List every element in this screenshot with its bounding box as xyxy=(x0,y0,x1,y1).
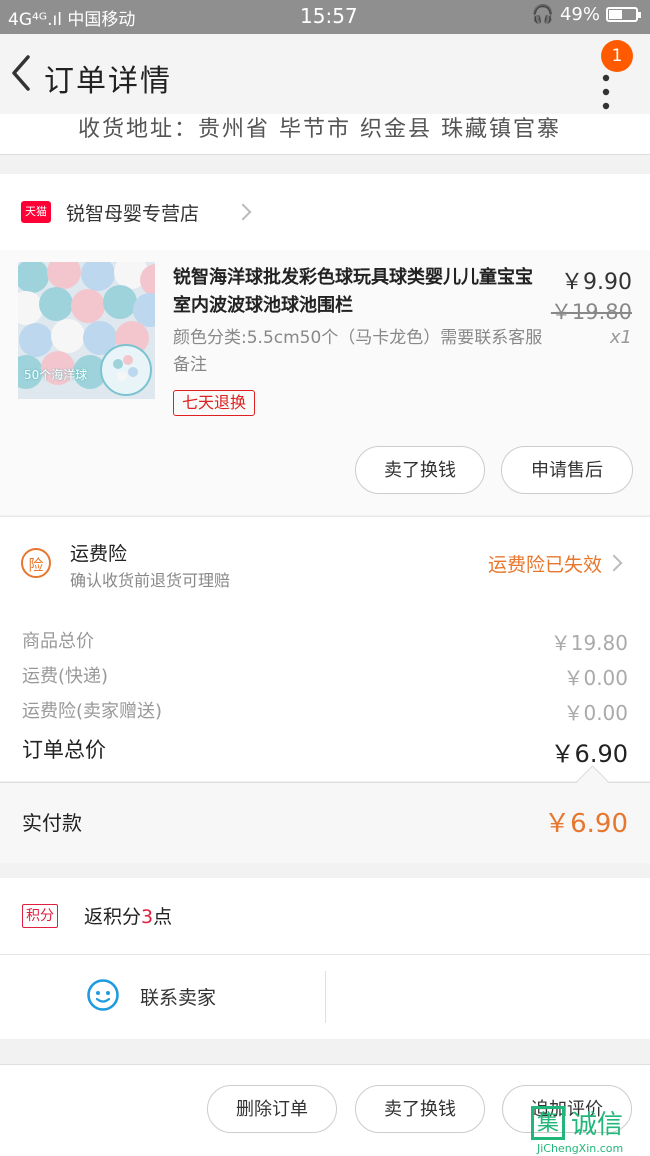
watermark-logo: 集 xyxy=(531,1106,565,1140)
watermark-url: JiChengXin.com xyxy=(537,1142,624,1155)
paid-row: 实付款 ￥6.90 xyxy=(0,782,650,863)
cost-label: 运费(快递) xyxy=(22,666,109,687)
product-item: 50个海洋球 锐智海洋球批发彩色球玩具球类婴儿儿童宝宝室内波波球池球池围栏 颜色… xyxy=(0,250,650,515)
insurance-icon: 险 xyxy=(21,548,51,578)
cost-row: 商品总价 ￥19.80 xyxy=(22,627,628,655)
shipping-insurance-row[interactable]: 险 运费险 确认收货前退货可理赔 运费险已失效 xyxy=(0,516,650,604)
points-suffix: 点 xyxy=(153,906,173,928)
insurance-subtitle: 确认收货前退货可理赔 xyxy=(70,571,231,590)
delete-order-button[interactable]: 删除订单 xyxy=(207,1085,337,1133)
sell-again-button[interactable]: 卖了换钱 xyxy=(355,446,485,494)
battery-icon xyxy=(606,7,641,22)
order-total-value: ￥6.90 xyxy=(550,740,628,768)
chevron-right-icon xyxy=(234,203,252,221)
watermark-text: 诚信 xyxy=(571,1110,624,1140)
battery-percent: 49% xyxy=(559,4,600,25)
network-carrier: 4G⁴ᴳ.ıl 中国移动 xyxy=(8,10,136,30)
notification-badge: 1 xyxy=(601,40,633,72)
page-title: 订单详情 xyxy=(44,64,172,99)
order-total-row: 订单总价 ￥6.90 xyxy=(22,734,628,768)
cost-label: 运费险(卖家赠送) xyxy=(22,701,163,722)
clock: 15:57 xyxy=(300,4,358,28)
headset-icon: 🎧 xyxy=(531,4,554,25)
order-total-label: 订单总价 xyxy=(22,738,106,762)
seven-day-return-tag: 七天退换 xyxy=(173,390,256,416)
status-bar: 4G⁴ᴳ.ıl 中国移动 15:57 🎧 49% xyxy=(0,0,650,34)
address-text: 收货地址：贵州省 毕节市 织金县 珠藏镇官寨 xyxy=(78,117,561,142)
product-spec: 颜色分类:5.5cm50个（马卡龙色）需要联系客服备注 xyxy=(173,328,543,375)
shop-name: 锐智母婴专营店 xyxy=(66,203,200,225)
insurance-title: 运费险 xyxy=(70,543,128,565)
points-prefix: 返积分 xyxy=(84,906,142,928)
contact-seller-row[interactable]: 联系卖家 xyxy=(0,955,650,1039)
nav-bar: 订单详情 xyxy=(0,34,650,120)
cost-value: ￥0.00 xyxy=(563,666,628,690)
points-text: 返积分3点 xyxy=(84,902,172,929)
contact-seller-label: 联系卖家 xyxy=(140,987,217,1009)
back-arrow-icon[interactable] xyxy=(6,48,42,98)
cost-row: 运费险(卖家赠送) ￥0.00 xyxy=(22,697,628,725)
paid-value: ￥6.90 xyxy=(544,809,628,839)
tmall-icon: 天猫 xyxy=(21,201,51,223)
points-badge: 积分 xyxy=(22,904,58,928)
chat-face-icon xyxy=(87,979,119,1011)
cost-value: ￥19.80 xyxy=(550,631,628,655)
quantity: x1 xyxy=(609,327,632,348)
after-sales-button[interactable]: 申请售后 xyxy=(501,446,633,494)
product-thumbnail[interactable]: 50个海洋球 xyxy=(18,262,155,399)
sell-again-bottom-button[interactable]: 卖了换钱 xyxy=(355,1085,485,1133)
points-amount: 3 xyxy=(141,906,154,928)
cost-label: 商品总价 xyxy=(22,631,94,652)
more-options-icon[interactable] xyxy=(588,64,624,120)
product-price: ￥9.90 xyxy=(561,270,632,295)
product-title[interactable]: 锐智海洋球批发彩色球玩具球类婴儿儿童宝宝室内波波球池球池围栏 xyxy=(173,264,543,320)
cost-row: 运费(快递) ￥0.00 xyxy=(22,662,628,690)
shop-row[interactable]: 天猫 锐智母婴专营店 xyxy=(0,174,650,250)
insurance-status: 运费险已失效 xyxy=(487,554,602,576)
site-watermark: 集 诚信 JiChengXin.com xyxy=(531,1100,649,1155)
paid-label: 实付款 xyxy=(22,811,82,835)
chevron-right-icon xyxy=(605,554,623,572)
address-section: 收货地址：贵州省 毕节市 织金县 珠藏镇官寨 xyxy=(0,114,650,155)
cost-summary: 商品总价 ￥19.80 运费(快递) ￥0.00 运费险(卖家赠送) ￥0.00… xyxy=(0,603,650,781)
status-right: 🎧 49% xyxy=(531,4,641,25)
points-row: 积分 返积分3点 xyxy=(0,878,650,955)
thumbnail-caption: 50个海洋球 xyxy=(24,368,88,382)
original-price: ￥19.80 xyxy=(550,300,632,324)
divider xyxy=(325,971,326,1023)
cost-value: ￥0.00 xyxy=(563,701,628,725)
